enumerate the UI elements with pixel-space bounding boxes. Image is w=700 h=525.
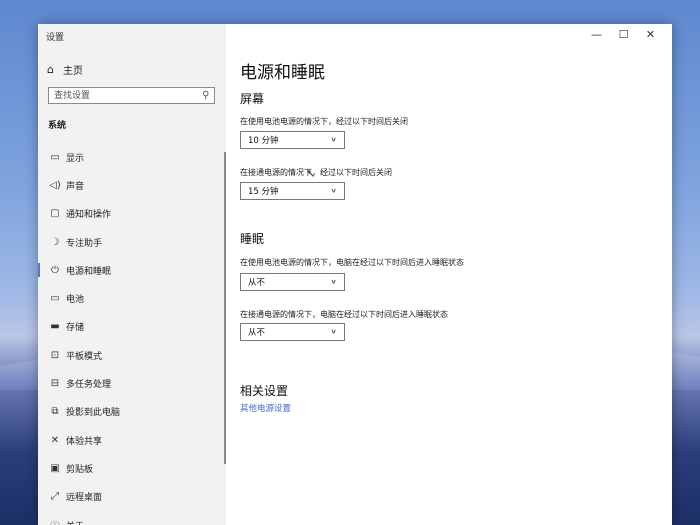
- sidebar-item-storage[interactable]: ▬ 存储: [38, 313, 224, 341]
- sidebar-item-label: 远程桌面: [66, 493, 103, 504]
- sidebar-item-label: 平板模式: [66, 351, 103, 362]
- dropdown-value: 15 分钟: [248, 187, 279, 197]
- sidebar-item-multitasking[interactable]: ⊟ 多任务处理: [38, 369, 224, 397]
- home-nav-item[interactable]: ⌂ 主页: [47, 62, 83, 77]
- monitor-icon: ▭: [50, 151, 60, 163]
- sleep-battery-desc: 在使用电池电源的情况下，电脑在经过以下时间后进入睡眠状态: [240, 258, 464, 267]
- storage-icon: ▬: [50, 321, 60, 333]
- sidebar-item-focus-assist[interactable]: ☽ 专注助手: [38, 228, 224, 256]
- sidebar-item-project[interactable]: ⧉ 投影到此电脑: [38, 398, 224, 426]
- remote-desktop-icon: ⤢: [51, 491, 59, 503]
- sidebar-item-label: 电源和睡眠: [66, 266, 112, 277]
- sidebar-item-power-sleep[interactable]: ⏻ 电源和睡眠: [38, 256, 224, 284]
- sidebar-item-label: 声音: [66, 181, 85, 192]
- chevron-down-icon: ∨: [330, 187, 337, 195]
- screen-plugged-desc: 在接通电源的情况下，经过以下时间后关闭: [240, 168, 392, 177]
- page-title: 电源和睡眠: [240, 63, 325, 83]
- sidebar-item-label: 关于: [66, 519, 84, 525]
- sidebar-nav: ▭ 显示 ◁) 声音 ▢ 通知和操作 ☽ 专注助手 ⏻ 电源和睡眠 ▭ 电池 ▬…: [38, 143, 224, 525]
- screen-plugged-dropdown[interactable]: 15 分钟 ∨: [240, 182, 345, 200]
- sidebar-item-remote-desktop[interactable]: ⤢ 远程桌面: [38, 483, 224, 511]
- sidebar-item-sound[interactable]: ◁) 声音: [38, 171, 224, 199]
- dropdown-value: 从不: [248, 328, 266, 338]
- settings-window: 设置 ⌂ 主页 ⚲ 系统 ▭ 显示 ◁) 声音 ▢ 通知和操作 ☽: [38, 24, 672, 525]
- sidebar-item-notifications[interactable]: ▢ 通知和操作: [38, 200, 224, 228]
- project-icon: ⧉: [51, 406, 59, 418]
- sidebar-item-shared-experiences[interactable]: ✕ 体验共享: [38, 426, 224, 454]
- sleep-battery-dropdown[interactable]: 从不 ∨: [240, 273, 345, 291]
- clipboard-icon: ▣: [50, 462, 60, 474]
- close-button[interactable]: ✕: [637, 28, 664, 41]
- tablet-icon: ⊡: [50, 349, 60, 361]
- sidebar-item-label: 体验共享: [66, 436, 103, 447]
- sidebar-item-label: 剪贴板: [66, 464, 94, 475]
- screen-heading: 屏幕: [240, 92, 265, 106]
- home-icon: ⌂: [47, 63, 54, 76]
- sidebar-item-label: 多任务处理: [66, 380, 112, 391]
- sleep-plugged-desc: 在接通电源的情况下，电脑在经过以下时间后进入睡眠状态: [240, 310, 448, 319]
- sidebar-item-label: 通知和操作: [66, 210, 112, 221]
- battery-icon: ▭: [50, 293, 60, 305]
- sidebar-item-battery[interactable]: ▭ 电池: [38, 284, 224, 312]
- sleep-heading: 睡眠: [240, 232, 265, 246]
- sidebar-item-display[interactable]: ▭ 显示: [38, 143, 224, 171]
- mouse-cursor-icon: ↖: [306, 167, 316, 180]
- sidebar: 设置 ⌂ 主页 ⚲ 系统 ▭ 显示 ◁) 声音 ▢ 通知和操作 ☽: [38, 24, 226, 525]
- info-icon: ⓘ: [46, 518, 64, 525]
- window-controls: — ☐ ✕: [583, 28, 664, 41]
- related-settings-heading: 相关设置: [240, 384, 289, 398]
- speaker-icon: ◁): [49, 179, 61, 191]
- search-input[interactable]: [49, 89, 196, 102]
- sidebar-item-tablet-mode[interactable]: ⊡ 平板模式: [38, 341, 224, 369]
- additional-power-settings-link[interactable]: 其他电源设置: [240, 402, 291, 414]
- window-title: 设置: [46, 33, 65, 43]
- search-icon[interactable]: ⚲: [202, 90, 209, 101]
- main-content: — ☐ ✕ 电源和睡眠 屏幕 在使用电池电源的情况下，经过以下时间后关闭 10 …: [226, 24, 672, 525]
- sidebar-item-label: 投影到此电脑: [66, 408, 121, 419]
- dropdown-value: 从不: [248, 278, 266, 288]
- dropdown-value: 10 分钟: [248, 136, 279, 146]
- chevron-down-icon: ∨: [330, 136, 337, 144]
- home-label: 主页: [63, 66, 83, 77]
- minimize-button[interactable]: —: [583, 28, 610, 41]
- screen-battery-desc: 在使用电池电源的情况下，经过以下时间后关闭: [240, 117, 408, 126]
- share-icon: ✕: [50, 434, 60, 446]
- power-icon: ⏻: [51, 264, 59, 276]
- sidebar-item-about[interactable]: ⓘ 关于: [38, 511, 224, 525]
- maximize-button[interactable]: ☐: [610, 28, 637, 41]
- moon-icon: ☽: [50, 236, 60, 248]
- chevron-down-icon: ∨: [330, 328, 337, 336]
- sidebar-item-label: 专注助手: [66, 238, 103, 249]
- sidebar-item-label: 存储: [66, 323, 85, 334]
- chevron-down-icon: ∨: [330, 278, 337, 286]
- screen-battery-dropdown[interactable]: 10 分钟 ∨: [240, 131, 345, 149]
- sidebar-item-clipboard[interactable]: ▣ 剪贴板: [38, 454, 224, 482]
- sidebar-item-label: 电池: [66, 295, 85, 306]
- notification-icon: ▢: [50, 208, 60, 220]
- search-box[interactable]: ⚲: [48, 87, 215, 104]
- multitask-icon: ⊟: [50, 378, 60, 390]
- sidebar-item-label: 显示: [66, 153, 85, 164]
- sleep-plugged-dropdown[interactable]: 从不 ∨: [240, 323, 345, 341]
- sidebar-section-label: 系统: [48, 121, 67, 131]
